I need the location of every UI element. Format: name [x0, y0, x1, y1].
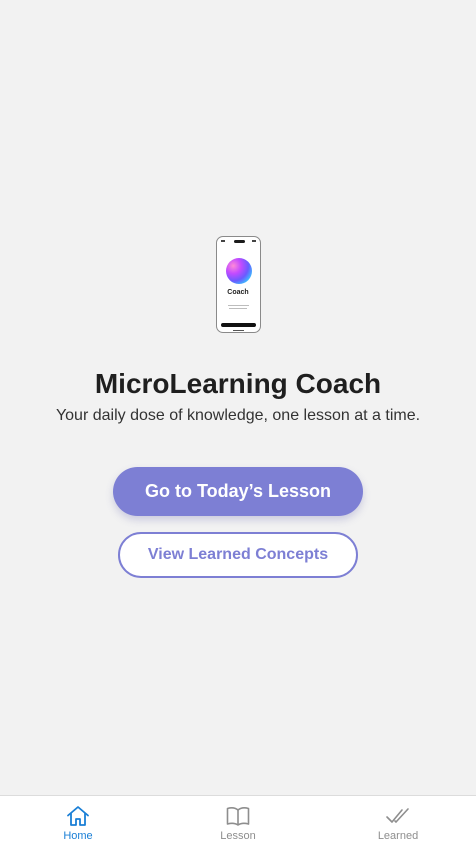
phone-status-right — [251, 240, 256, 242]
todays-lesson-button[interactable]: Go to Today’s Lesson — [113, 467, 363, 516]
phone-screen-title: Coach — [227, 289, 249, 296]
page-title: MicroLearning Coach — [94, 368, 382, 399]
bottom-tab-bar: Home Lesson Learned — [0, 795, 476, 844]
home-icon — [67, 806, 89, 826]
phone-home-indicator — [232, 330, 244, 331]
double-check-icon — [386, 808, 409, 823]
phone-text-line — [228, 308, 247, 309]
phone-text-line — [227, 305, 249, 306]
tab-learned-label: Learned — [377, 830, 419, 842]
gradient-orb-image — [225, 258, 252, 284]
tab-lesson-label: Lesson — [220, 830, 256, 842]
view-learned-concepts-button[interactable]: View Learned Concepts — [118, 532, 358, 578]
tab-learned[interactable]: Learned — [338, 804, 458, 843]
phone-illustration: Coach — [215, 236, 261, 333]
book-icon — [226, 807, 250, 826]
phone-button-bar — [220, 323, 256, 327]
phone-notch — [233, 240, 245, 243]
tab-home[interactable]: Home — [18, 804, 138, 843]
tab-lesson[interactable]: Lesson — [178, 804, 298, 843]
tab-home-label: Home — [63, 830, 93, 842]
page-subtitle: Your daily dose of knowledge, one lesson… — [55, 407, 421, 424]
phone-status-left — [220, 240, 225, 242]
home-hero: Coach MicroLearning Coach Your daily dos… — [0, 236, 476, 578]
